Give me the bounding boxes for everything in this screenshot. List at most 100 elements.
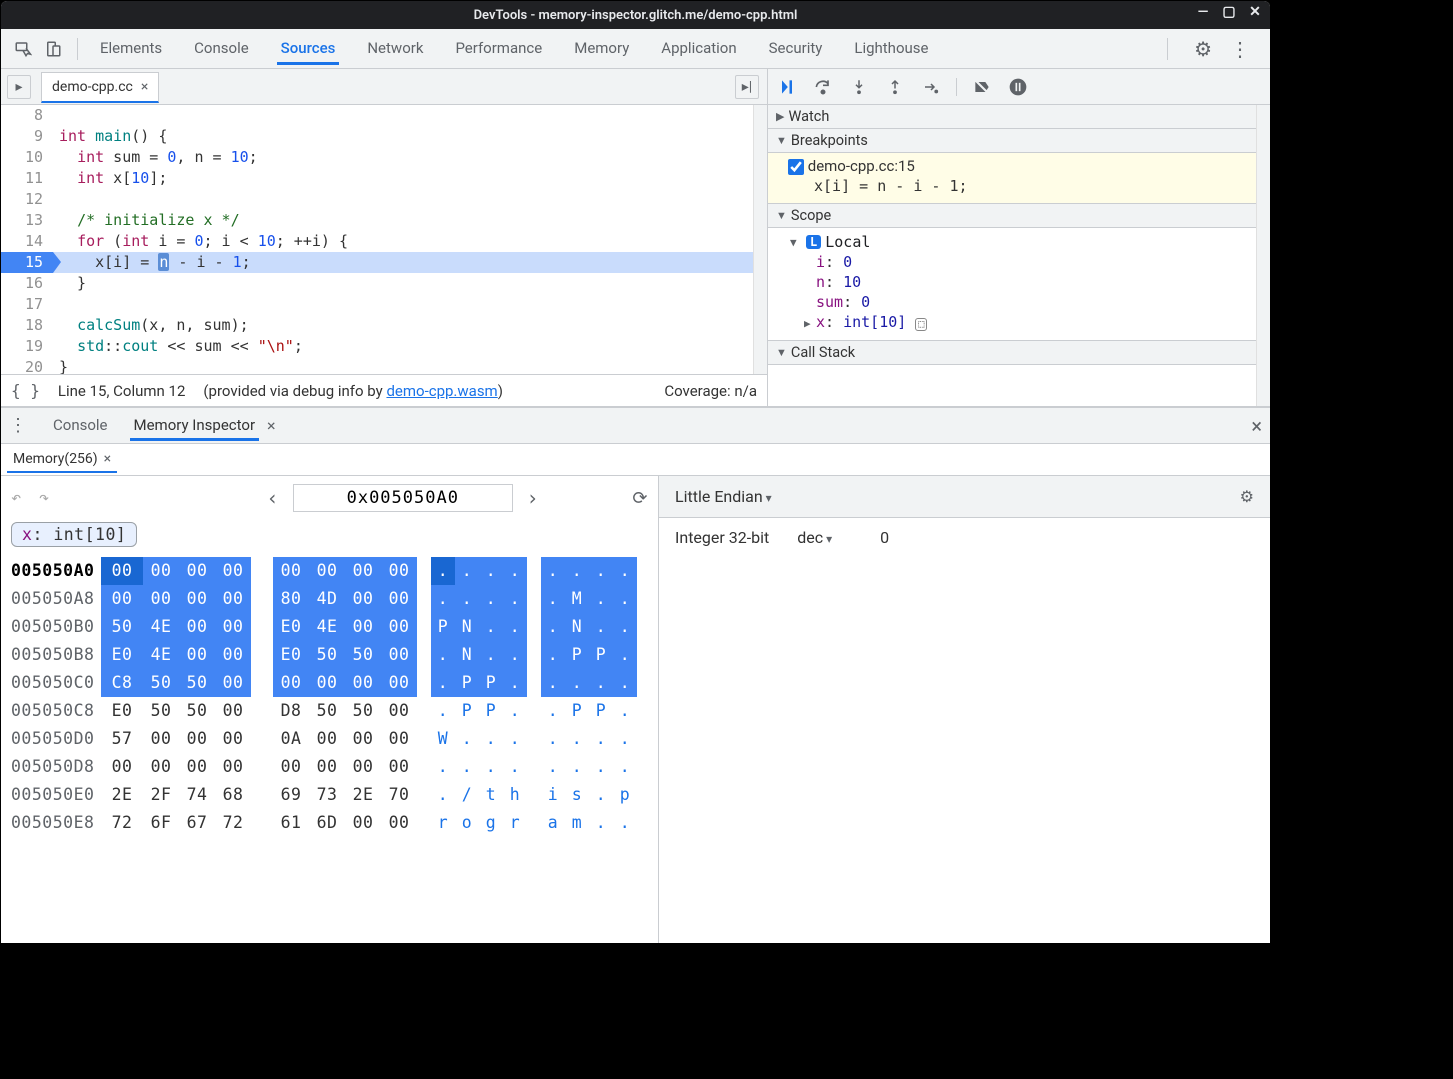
memory-tab[interactable]: Memory(256) ×	[7, 447, 117, 473]
ascii-byte[interactable]: g	[479, 809, 503, 837]
ascii-byte[interactable]: P	[455, 697, 479, 725]
wasm-link[interactable]: demo-cpp.wasm	[386, 382, 497, 400]
memory-address[interactable]: 005050A8	[11, 585, 101, 613]
ascii-byte[interactable]: .	[613, 697, 637, 725]
hex-byte[interactable]: 00	[381, 697, 417, 725]
ascii-byte[interactable]: .	[455, 585, 479, 613]
hex-byte[interactable]: 00	[345, 585, 381, 613]
ascii-byte[interactable]: .	[455, 725, 479, 753]
scope-variable[interactable]: sum: 0	[776, 292, 1262, 312]
ascii-byte[interactable]: .	[565, 669, 589, 697]
step-out-icon[interactable]	[884, 76, 906, 98]
ascii-byte[interactable]: .	[541, 613, 565, 641]
hex-byte[interactable]: E0	[273, 613, 309, 641]
code-line[interactable]: 11 int x[10];	[1, 168, 767, 189]
step-into-icon[interactable]	[848, 76, 870, 98]
device-icon[interactable]	[39, 35, 67, 63]
hex-byte[interactable]: 00	[345, 669, 381, 697]
hex-byte[interactable]: 00	[345, 725, 381, 753]
memory-address[interactable]: 005050A0	[11, 557, 101, 585]
hex-byte[interactable]: 00	[345, 809, 381, 837]
address-input[interactable]	[293, 484, 513, 512]
ascii-byte[interactable]: .	[589, 809, 613, 837]
hex-byte[interactable]: 00	[143, 725, 179, 753]
ascii-byte[interactable]: P	[565, 697, 589, 725]
code-line[interactable]: 10 int sum = 0, n = 10;	[1, 147, 767, 168]
memory-address[interactable]: 005050E0	[11, 781, 101, 809]
ascii-byte[interactable]: .	[589, 725, 613, 753]
tab-application[interactable]: Application	[657, 32, 740, 65]
line-number[interactable]: 12	[1, 189, 53, 210]
hex-byte[interactable]: 6D	[309, 809, 345, 837]
prev-page-icon[interactable]: ‹	[259, 486, 287, 510]
ascii-byte[interactable]: .	[613, 585, 637, 613]
ascii-byte[interactable]: P	[479, 697, 503, 725]
scrollbar[interactable]	[1256, 105, 1270, 406]
ascii-byte[interactable]: P	[565, 641, 589, 669]
hex-byte[interactable]: 00	[215, 669, 251, 697]
ascii-byte[interactable]: .	[541, 641, 565, 669]
memory-address[interactable]: 005050D0	[11, 725, 101, 753]
tab-memory[interactable]: Memory	[570, 32, 633, 65]
ascii-byte[interactable]: .	[479, 613, 503, 641]
hex-byte[interactable]: 67	[179, 809, 215, 837]
hex-byte[interactable]: 00	[273, 669, 309, 697]
ascii-byte[interactable]: .	[613, 641, 637, 669]
ascii-byte[interactable]: .	[503, 697, 527, 725]
toggle-pane-icon[interactable]: ▸|	[735, 75, 759, 99]
hex-byte[interactable]: 50	[143, 669, 179, 697]
memory-address[interactable]: 005050B0	[11, 613, 101, 641]
ascii-byte[interactable]: h	[503, 781, 527, 809]
line-number[interactable]: 17	[1, 294, 53, 315]
ascii-byte[interactable]: .	[565, 725, 589, 753]
line-number[interactable]: 20	[1, 357, 53, 374]
ascii-byte[interactable]: r	[503, 809, 527, 837]
ascii-byte[interactable]: W	[431, 725, 455, 753]
memory-highlight-chip[interactable]: x: int[10]	[11, 522, 137, 547]
breakpoint-checkbox[interactable]	[788, 159, 804, 175]
hex-byte[interactable]: 80	[273, 585, 309, 613]
deactivate-breakpoints-icon[interactable]	[971, 76, 993, 98]
code-line[interactable]: 20}	[1, 357, 767, 374]
scope-variable[interactable]: i: 0	[776, 252, 1262, 272]
hex-byte[interactable]: 00	[309, 725, 345, 753]
line-number[interactable]: 14	[1, 231, 53, 252]
gear-icon[interactable]: ⚙	[1194, 37, 1212, 61]
ascii-byte[interactable]: .	[589, 585, 613, 613]
hex-byte[interactable]: E0	[101, 641, 143, 669]
ascii-byte[interactable]: M	[565, 585, 589, 613]
ascii-byte[interactable]: .	[589, 669, 613, 697]
hex-byte[interactable]: 00	[179, 753, 215, 781]
close-tab-icon[interactable]: ×	[141, 79, 148, 95]
hex-byte[interactable]: 00	[215, 753, 251, 781]
tab-sources[interactable]: Sources	[277, 32, 340, 65]
code-line[interactable]: 13 /* initialize x */	[1, 210, 767, 231]
hex-byte[interactable]: 00	[215, 697, 251, 725]
hex-byte[interactable]: 00	[381, 585, 417, 613]
ascii-byte[interactable]: .	[479, 641, 503, 669]
scrollbar[interactable]	[753, 105, 767, 374]
ascii-byte[interactable]: P	[431, 613, 455, 641]
ascii-byte[interactable]: .	[479, 557, 503, 585]
ascii-byte[interactable]: .	[565, 753, 589, 781]
scope-local[interactable]: ▼ L Local	[776, 232, 1262, 252]
hex-byte[interactable]: 57	[101, 725, 143, 753]
ascii-byte[interactable]: r	[431, 809, 455, 837]
scope-variable[interactable]: ▶x: int[10] ⬚	[776, 312, 1262, 332]
hex-byte[interactable]: C8	[101, 669, 143, 697]
ascii-byte[interactable]: .	[541, 725, 565, 753]
hex-byte[interactable]: 00	[101, 557, 143, 585]
navigator-icon[interactable]: ▸	[7, 75, 31, 99]
gear-icon[interactable]: ⚙	[1240, 487, 1254, 506]
ascii-byte[interactable]: /	[455, 781, 479, 809]
hex-byte[interactable]: 00	[215, 641, 251, 669]
drawer-tab-memory-inspector[interactable]: Memory Inspector	[130, 410, 260, 441]
hex-byte[interactable]: 00	[143, 585, 179, 613]
hex-byte[interactable]: 00	[179, 641, 215, 669]
hex-byte[interactable]: 6F	[143, 809, 179, 837]
ascii-byte[interactable]: .	[589, 557, 613, 585]
hex-byte[interactable]: 4E	[309, 613, 345, 641]
ascii-byte[interactable]: .	[431, 669, 455, 697]
hex-byte[interactable]: 50	[345, 641, 381, 669]
ascii-byte[interactable]: .	[503, 613, 527, 641]
